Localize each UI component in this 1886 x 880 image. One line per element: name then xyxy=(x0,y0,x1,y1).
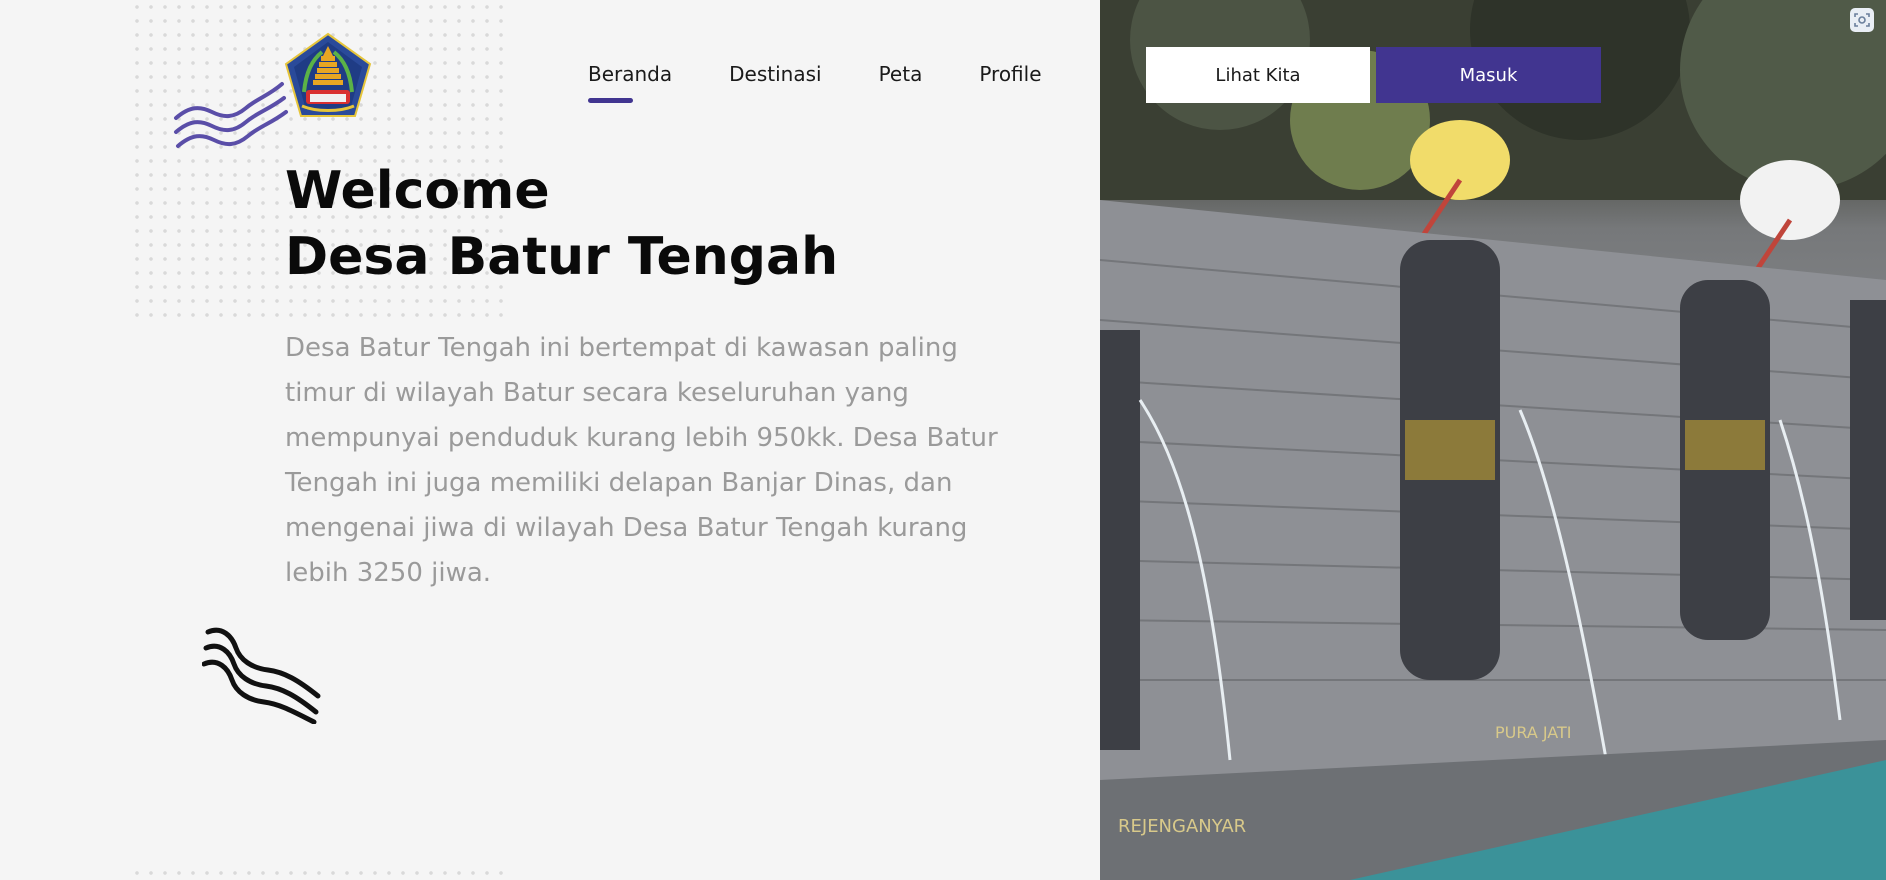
masuk-button[interactable]: Masuk xyxy=(1376,47,1601,103)
dot-pattern-bottom xyxy=(130,866,505,880)
purple-wave-decoration xyxy=(174,82,288,148)
screen-capture-icon[interactable] xyxy=(1850,8,1874,32)
title-village-name: Desa Batur Tengah xyxy=(285,227,839,287)
temple-fountain-illustration: PURA JATI REJENGANYAR xyxy=(1100,0,1886,880)
nav-item-beranda[interactable]: Beranda xyxy=(588,62,672,103)
black-wave-decoration xyxy=(202,627,321,724)
main-nav: Beranda Destinasi Peta Profile xyxy=(588,62,1042,103)
title-welcome: Welcome xyxy=(285,161,550,221)
nav-item-destinasi[interactable]: Destinasi xyxy=(729,62,821,86)
hero-image: PURA JATI REJENGANYAR xyxy=(1100,0,1886,880)
lihat-kita-button[interactable]: Lihat Kita xyxy=(1146,47,1370,103)
pura-jati-label: PURA JATI xyxy=(1495,723,1572,742)
hero-description: Desa Batur Tengah ini bertempat di kawas… xyxy=(285,333,998,588)
hero-title: Welcome Desa Batur Tengah xyxy=(285,158,838,290)
nav-item-peta[interactable]: Peta xyxy=(879,62,923,86)
bali-emblem-icon xyxy=(284,32,372,117)
rejenganyar-label: REJENGANYAR xyxy=(1118,816,1246,837)
nav-item-profile[interactable]: Profile xyxy=(979,62,1041,86)
